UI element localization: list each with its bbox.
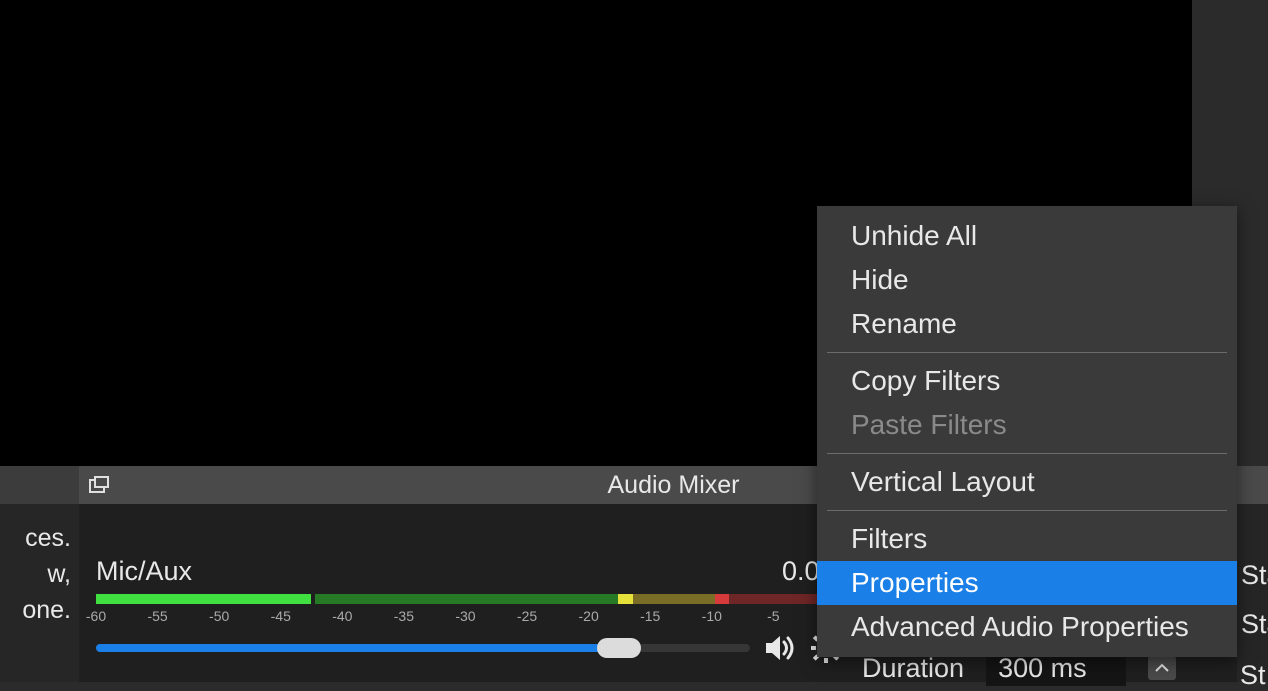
menu-item-rename[interactable]: Rename (817, 302, 1237, 346)
menu-separator (827, 352, 1227, 353)
meter-tick: -30 (465, 608, 466, 620)
menu-item-paste-filters: Paste Filters (817, 403, 1237, 447)
menu-item-hide[interactable]: Hide (817, 258, 1237, 302)
right-button-stub-3[interactable]: St (1240, 660, 1266, 691)
menu-item-unhide-all[interactable]: Unhide All (817, 214, 1237, 258)
speaker-icon[interactable] (762, 632, 798, 664)
left-dock-line1: ces. (0, 520, 71, 556)
volume-thumb[interactable] (597, 638, 641, 658)
meter-tick: -25 (527, 608, 528, 620)
meter-tick: -50 (219, 608, 220, 620)
meter-tick: -20 (589, 608, 590, 620)
duration-row: Duration 300 ms (862, 654, 1268, 682)
context-menu: Unhide AllHideRename Copy FiltersPaste Fi… (817, 206, 1237, 657)
duration-value: 300 ms (998, 653, 1087, 684)
volume-fill (96, 644, 619, 652)
meter-tick: -40 (342, 608, 343, 620)
meter-tick: -35 (404, 608, 405, 620)
left-dock-header[interactable] (0, 466, 79, 504)
meter-bar (96, 594, 836, 604)
left-dock-line2: w, (0, 556, 71, 592)
volume-row (96, 630, 842, 666)
meter-ticks: -60-55-50-45-40-35-30-25-20-15-10-50 (96, 608, 836, 620)
menu-separator (827, 510, 1227, 511)
volume-slider[interactable] (96, 644, 750, 652)
meter-tick: -10 (712, 608, 713, 620)
menu-separator (827, 453, 1227, 454)
meter-tick: -55 (158, 608, 159, 620)
menu-item-copy-filters[interactable]: Copy Filters (817, 359, 1237, 403)
menu-item-properties[interactable]: Properties (817, 561, 1237, 605)
meter-tick: -60 (96, 608, 97, 620)
audio-meter: -60-55-50-45-40-35-30-25-20-15-10-50 (96, 594, 836, 620)
channel-name: Mic/Aux (96, 556, 842, 587)
meter-tick: -45 (281, 608, 282, 620)
menu-item-advanced-audio-properties[interactable]: Advanced Audio Properties (817, 605, 1237, 649)
left-dock-line3: one. (0, 592, 71, 628)
right-button-stub-1[interactable]: Sta (1237, 560, 1268, 591)
spinner-up-icon[interactable] (1148, 656, 1176, 680)
meter-tick: -5 (773, 608, 774, 620)
menu-item-vertical-layout[interactable]: Vertical Layout (817, 460, 1237, 504)
left-dock-text: ces. w, one. (0, 504, 79, 628)
right-button-stub-2[interactable]: Sta (1237, 609, 1268, 640)
meter-tick: -15 (650, 608, 651, 620)
menu-item-filters[interactable]: Filters (817, 517, 1237, 561)
duration-label: Duration (862, 653, 964, 684)
left-dock-panel: ces. w, one. (0, 466, 79, 682)
